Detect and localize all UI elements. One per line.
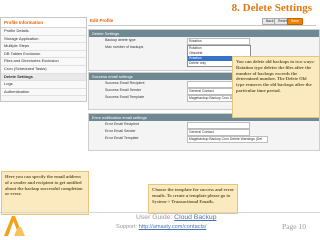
sidebar-item-cron[interactable]: Cron (Scheduled Tasks) (1, 65, 86, 74)
error-email-section: Error notification email settings Error … (88, 113, 320, 151)
user-guide-line: User Guide: Cloud Backup (136, 214, 216, 221)
sidebar-item-storage-application[interactable]: Storage Application (1, 35, 86, 44)
edit-profile-title: Edit Profile (90, 18, 114, 23)
template-note: Choose the template for success and erro… (148, 184, 238, 214)
sidebar-item-files-exclusion[interactable]: Files and Directories Exclusion (1, 58, 86, 66)
support-line: Support: http://amasty.com/contacts/ (116, 224, 206, 230)
error-template-label: Error Email Template (105, 136, 139, 140)
rotation-note: You can delete old backups in two ways: … (232, 56, 320, 118)
sidebar-item-authentication[interactable]: Authentication (1, 88, 86, 97)
success-template-label: Success Email Template (105, 95, 145, 99)
page-heading: 8. Delete Settings (231, 2, 312, 14)
support-label: Support: (116, 224, 138, 230)
error-template-select[interactable]: Magebackup Backup Cron Delete Warnings (… (187, 136, 268, 143)
error-recipient-row: Error Email Recipient (89, 121, 319, 129)
save-button[interactable]: Save (287, 18, 303, 25)
sidebar-title: Profile Information (1, 18, 86, 28)
amasty-logo-icon (4, 216, 25, 236)
max-backups-label: Max number of backups (105, 45, 144, 49)
sidebar-item-profile-details[interactable]: Profile Details (1, 28, 86, 36)
error-template-row: Error Email Template Magebackup Backup C… (89, 135, 319, 143)
support-link[interactable]: http://amasty.com/contacts/ (139, 224, 207, 230)
max-backups-row: Max number of backups (89, 44, 319, 51)
user-guide-link[interactable]: Cloud Backup (174, 214, 216, 221)
delete-settings-header: Delete Settings (89, 30, 319, 37)
error-recipient-label: Error Email Recipient (105, 122, 139, 126)
page-number: Page 10 (282, 222, 306, 231)
footer-divider (0, 212, 320, 213)
sidebar-item-db-tables-exclusion[interactable]: DB Tables Exclusion (1, 50, 86, 59)
email-address-note: Here you can specify the email address o… (1, 171, 89, 215)
sidebar-item-delete-settings[interactable]: Delete Settings (1, 73, 86, 82)
edit-profile-bar: Edit Profile Back Reset Save (88, 17, 316, 26)
error-sender-row: Error Email Sender General Contact (89, 128, 319, 136)
sidebar-item-logs[interactable]: Logs (1, 81, 86, 89)
error-sender-label: Error Email Sender (105, 129, 136, 133)
sidebar-item-multiple-steps[interactable]: Multiple Steps (1, 43, 86, 51)
success-recipient-label: Success Email Recipient (105, 81, 145, 85)
delete-type-label: Backup delete type (105, 38, 136, 42)
profile-sidebar: Profile Information Profile Details Stor… (0, 17, 87, 102)
delete-type-row: Backup delete type Rotation Rotation Obs… (89, 37, 319, 67)
user-guide-label: User Guide: (136, 214, 173, 221)
success-sender-label: Success Email Sender (105, 88, 142, 92)
